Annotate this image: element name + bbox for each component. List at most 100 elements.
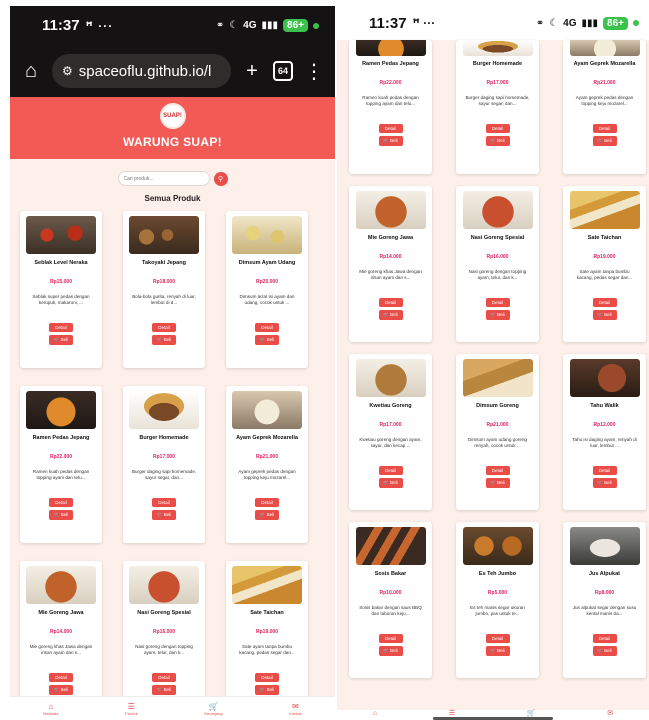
detail-button[interactable]: Detail <box>152 323 176 332</box>
detail-button[interactable]: Detail <box>49 323 73 332</box>
detail-button[interactable]: Detail <box>152 673 176 682</box>
detail-button[interactable]: Detail <box>49 498 73 507</box>
screenshot-collage: 11:37 ꟸ ··· ⚭ ☾ 4G ▮▮▮ 86+ ⌂ ⚙ spaceoflu… <box>0 0 649 720</box>
signal-label: 4G <box>243 20 257 31</box>
product-price: Rp10.000 <box>379 590 402 596</box>
product-description: Tahu isi daging ayam, renyah di luar, le… <box>572 437 637 448</box>
buy-button[interactable]: 🛒 Beli <box>378 478 403 488</box>
buy-button[interactable]: 🛒 Beli <box>485 136 510 146</box>
buy-button[interactable]: 🛒 Beli <box>592 310 617 320</box>
product-price: Rp12.000 <box>593 422 616 428</box>
mail-icon[interactable]: ✉ <box>607 710 613 718</box>
buy-button[interactable]: 🛒 Beli <box>255 335 279 345</box>
product-name: Sate Taichan <box>587 235 622 241</box>
detail-button[interactable]: Detail <box>255 323 279 332</box>
product-card-sate-taichan: Sate Taichan Rp19.000 Sate ayam tanpa bumb… <box>226 561 308 718</box>
link-icon: ⚭ <box>215 20 225 31</box>
buy-button[interactable]: 🛒 Beli <box>152 510 176 520</box>
new-tab-icon[interactable]: + <box>241 60 263 83</box>
home-icon[interactable]: ⌂ <box>373 710 377 718</box>
product-price: Rp21.000 <box>486 422 509 428</box>
product-card-kwetiau-goreng: Kwetiau Goreng Rp17.000 Kwetiau goreng den… <box>349 354 432 510</box>
notification-icons: ꟸ ··· <box>412 16 436 30</box>
buy-button[interactable]: 🛒 Beli <box>378 310 403 320</box>
buy-button[interactable]: 🛒 Beli <box>49 685 73 695</box>
detail-button[interactable]: Detail <box>592 298 617 307</box>
url-field[interactable]: ⚙ spaceoflu.github.io/l <box>52 54 231 88</box>
buy-button[interactable]: 🛒 Beli <box>592 136 617 146</box>
product-image <box>26 216 96 254</box>
product-name: Es Teh Jumbo <box>478 571 517 577</box>
tab-count-button[interactable]: 64 <box>273 61 293 81</box>
nav-item-beranda[interactable]: ⌂ Beranda <box>43 702 58 716</box>
product-name: Takoyaki Jepang <box>142 260 186 266</box>
status-time: 11:37 <box>369 14 407 32</box>
product-image <box>462 527 533 565</box>
mail-icon: ✉ <box>292 701 299 711</box>
buy-button[interactable]: 🛒 Beli <box>49 335 73 345</box>
product-image <box>462 191 533 229</box>
active-dot-icon <box>633 20 639 26</box>
detail-button[interactable]: Detail <box>255 673 279 682</box>
product-name: Burger Homemade <box>472 61 523 67</box>
buy-button[interactable]: 🛒 Beli <box>255 510 279 520</box>
signal-icon: ▮▮▮ <box>261 20 279 31</box>
buy-button[interactable]: 🛒 Beli <box>592 646 617 656</box>
search-input[interactable] <box>117 171 210 186</box>
nav-item-keranjang[interactable]: 🛒 Keranjang <box>204 702 222 716</box>
detail-button[interactable]: Detail <box>378 124 403 133</box>
detail-button[interactable]: Detail <box>592 466 617 475</box>
detail-button[interactable]: Detail <box>378 298 403 307</box>
more-menu-icon[interactable]: ⋮ <box>303 59 325 84</box>
product-image <box>569 191 640 229</box>
product-card-nasi-goreng-spesial: Nasi Goreng Spesial Rp16.000 Nasi goreng d… <box>123 561 205 718</box>
buy-button[interactable]: 🛒 Beli <box>485 646 510 656</box>
buy-button[interactable]: 🛒 Beli <box>255 685 279 695</box>
detail-button[interactable]: Detail <box>592 634 617 643</box>
detail-button[interactable]: Detail <box>485 466 510 475</box>
product-price: Rp16.000 <box>153 629 175 635</box>
product-price: Rp17.000 <box>153 454 175 460</box>
site-settings-icon[interactable]: ⚙ <box>62 64 73 78</box>
product-description: Mie goreng khas Jawa dengan irisan ayam … <box>29 644 93 655</box>
logo-text: SUAP! <box>163 113 182 119</box>
product-card-dimsum-goreng: Dimsum Goreng Rp21.000 Dimsum ayam udang g… <box>456 354 539 510</box>
buy-button[interactable]: 🛒 Beli <box>485 310 510 320</box>
status-bar: 11:37 ꟸ ··· ⚭ ☾ 4G ▮▮▮ 86+ <box>10 6 335 45</box>
detail-button[interactable]: Detail <box>485 124 510 133</box>
product-price: Rp5.000 <box>487 590 508 596</box>
product-price: Rp14.000 <box>50 629 72 635</box>
buy-button[interactable]: 🛒 Beli <box>152 335 176 345</box>
detail-button[interactable]: Detail <box>255 498 279 507</box>
buy-button[interactable]: 🛒 Beli <box>49 510 73 520</box>
detail-button[interactable]: Detail <box>592 124 617 133</box>
nav-item-produk[interactable]: ☰ Produk <box>125 702 138 716</box>
product-image <box>355 191 426 229</box>
detail-button[interactable]: Detail <box>485 634 510 643</box>
section-title: Semua Produk <box>144 194 201 203</box>
buy-button[interactable]: 🛒 Beli <box>152 685 176 695</box>
home-icon[interactable]: ⌂ <box>20 60 42 83</box>
signal-label: 4G <box>563 17 577 29</box>
detail-button[interactable]: Detail <box>49 673 73 682</box>
brand-logo[interactable]: SUAP! <box>159 103 186 129</box>
detail-button[interactable]: Detail <box>485 298 510 307</box>
nav-label: Keranjang <box>204 710 223 716</box>
product-grid: Seblak Level Neraka Rp15.000 Seblak super … <box>10 211 335 718</box>
detail-button[interactable]: Detail <box>378 466 403 475</box>
detail-button[interactable]: Detail <box>378 634 403 643</box>
search-button[interactable]: ⚲ <box>213 171 228 186</box>
buy-button[interactable]: 🛒 Beli <box>378 646 403 656</box>
detail-button[interactable]: Detail <box>152 498 176 507</box>
brand-title: WARUNG SUAP! <box>123 135 222 149</box>
nav-item-kontak[interactable]: ✉ Kontak <box>289 702 301 716</box>
battery-badge: 86+ <box>603 16 628 30</box>
product-card-mie-goreng-jawa: Mie Goreng Jawa Rp14.000 Mie goreng khas J… <box>20 561 102 718</box>
product-description: Kwetiau goreng dengan ayam, sayur, dan k… <box>359 437 422 448</box>
product-card-sosis-bakar: Sosis Bakar Rp10.000 Sosis bakar dengan sa… <box>349 522 432 678</box>
buy-button[interactable]: 🛒 Beli <box>378 136 403 146</box>
product-description: Nasi goreng dengan topping ayam, telur, … <box>468 269 527 280</box>
buy-button[interactable]: 🛒 Beli <box>592 478 617 488</box>
buy-button[interactable]: 🛒 Beli <box>485 478 510 488</box>
product-price: Rp22.000 <box>379 80 402 86</box>
